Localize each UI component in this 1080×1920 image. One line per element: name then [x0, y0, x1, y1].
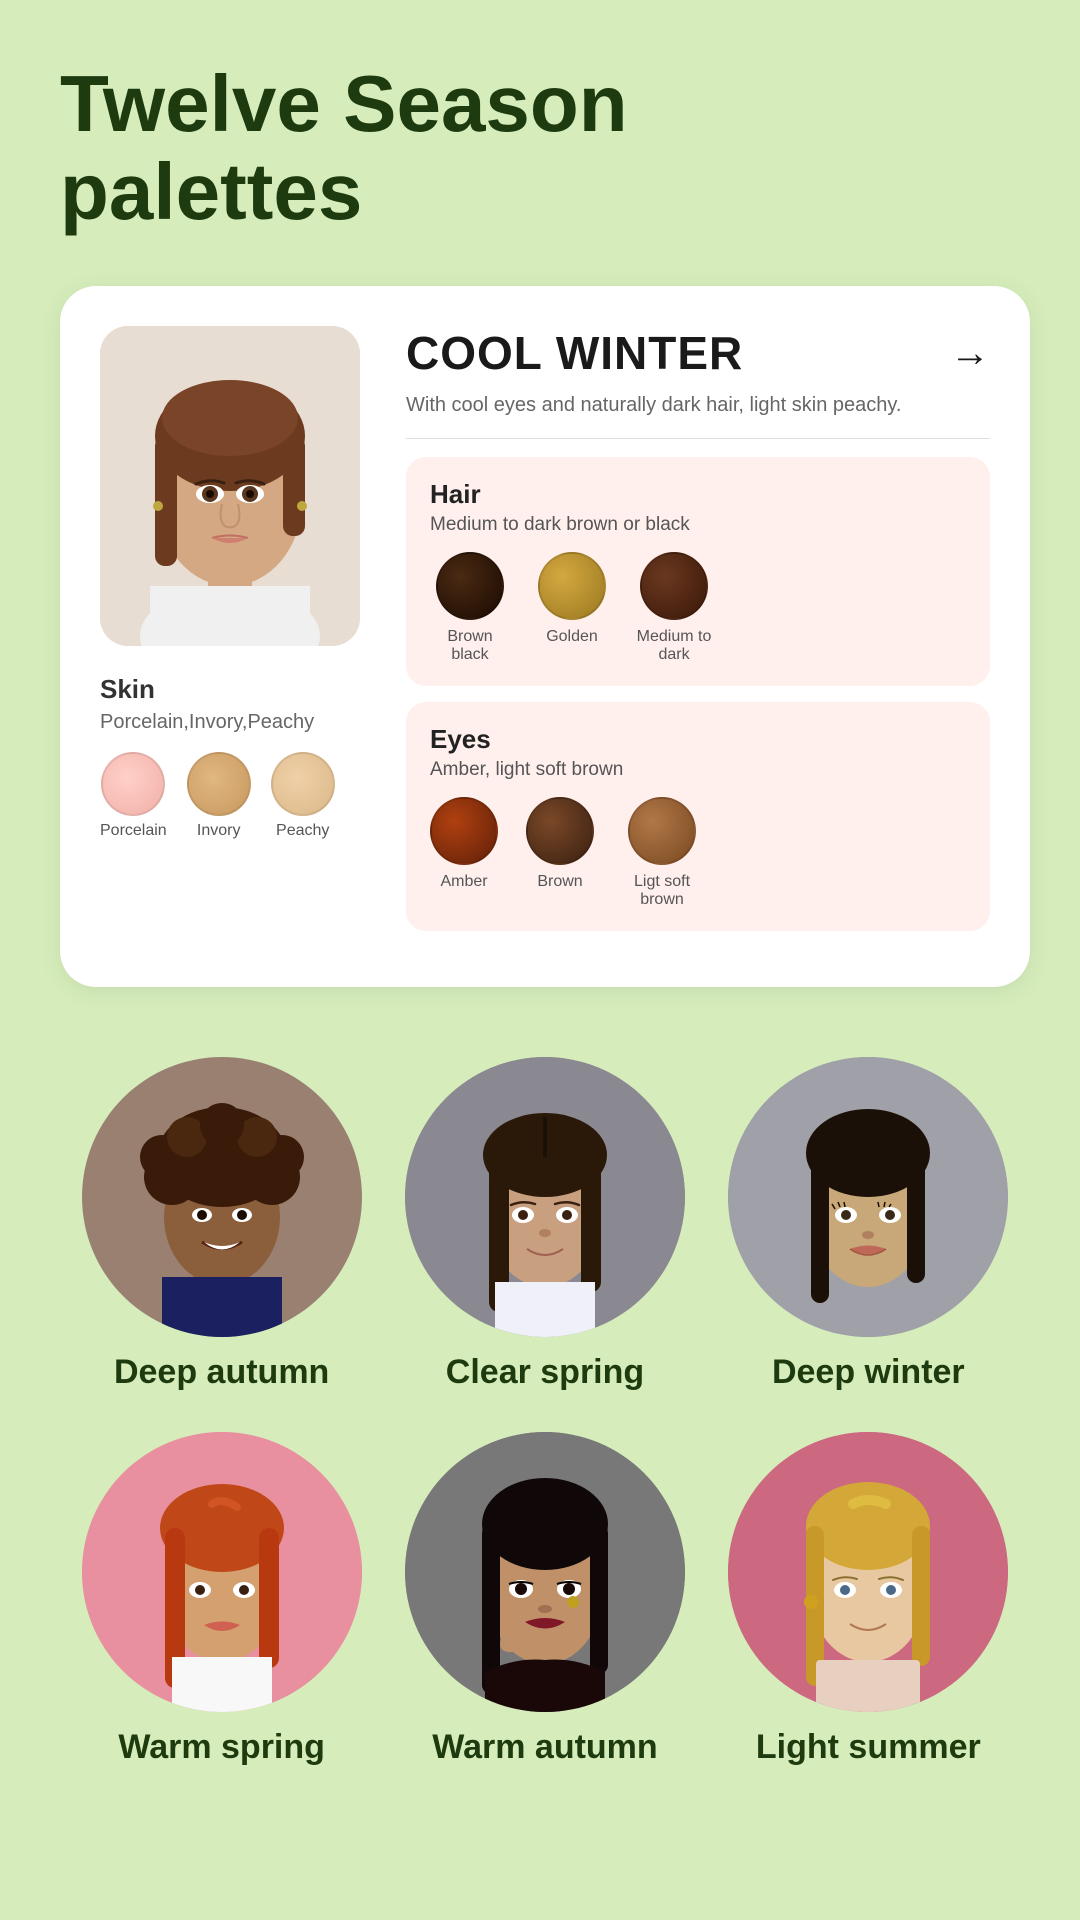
- portrait-name-clear-spring: Clear spring: [446, 1353, 644, 1392]
- card-right: COOL WINTER → With cool eyes and natural…: [406, 326, 990, 947]
- swatch-invory: Invory: [187, 752, 251, 840]
- swatch-label-peachy: Peachy: [276, 822, 329, 840]
- season-header: COOL WINTER →: [406, 326, 990, 380]
- eye-circle-amber: [430, 797, 498, 865]
- portraits-row-1: Deep autumn: [60, 1057, 1030, 1392]
- eye-circle-lightbrown: [628, 797, 696, 865]
- skin-subtitle: Porcelain,Invory,Peachy: [100, 711, 314, 734]
- portrait-warm-autumn[interactable]: Warm autumn: [405, 1432, 685, 1767]
- arrow-icon[interactable]: →: [950, 331, 990, 376]
- portrait-name-warm-autumn: Warm autumn: [432, 1728, 657, 1767]
- portrait-name-light-summer: Light summer: [756, 1728, 981, 1767]
- swatch-label-invory: Invory: [197, 822, 241, 840]
- portrait-circle-warm-spring: [82, 1432, 362, 1712]
- portrait-light-summer[interactable]: Light summer: [728, 1432, 1008, 1767]
- portrait-circle-deep-autumn: [82, 1057, 362, 1337]
- hair-circle-mediumdark: [640, 552, 708, 620]
- season-card: Skin Porcelain,Invory,Peachy Porcelain I…: [60, 286, 1030, 987]
- hair-swatches: Brown black Golden Medium to dark: [430, 552, 966, 664]
- swatch-porcelain: Porcelain: [100, 752, 167, 840]
- swatch-peachy: Peachy: [271, 752, 335, 840]
- card-left: Skin Porcelain,Invory,Peachy Porcelain I…: [100, 326, 370, 947]
- portrait-circle-warm-autumn: [405, 1432, 685, 1712]
- page-container: Twelve Season palettes: [0, 0, 1080, 1920]
- eye-label-brown: Brown: [537, 873, 582, 891]
- eye-swatch-brown: Brown: [526, 797, 594, 891]
- skin-label: Skin: [100, 674, 155, 705]
- eyes-attribute-box: Eyes Amber, light soft brown Amber Brown: [406, 702, 990, 931]
- eye-label-amber: Amber: [440, 873, 487, 891]
- portrait-container: [100, 326, 360, 646]
- eye-swatch-amber: Amber: [430, 797, 498, 891]
- hair-label-golden: Golden: [546, 628, 598, 646]
- swatch-circle-peachy: [271, 752, 335, 816]
- hair-swatch-brownblack: Brown black: [430, 552, 510, 664]
- portrait-deep-autumn[interactable]: Deep autumn: [82, 1057, 362, 1392]
- hair-title: Hair: [430, 479, 966, 510]
- season-title: COOL WINTER: [406, 326, 743, 380]
- hair-label-mediumdark: Medium to dark: [634, 628, 714, 664]
- portraits-row-2: Warm spring: [60, 1432, 1030, 1767]
- swatch-label-porcelain: Porcelain: [100, 822, 167, 840]
- eyes-swatches: Amber Brown Ligt soft brown: [430, 797, 966, 909]
- portrait-name-deep-autumn: Deep autumn: [114, 1353, 329, 1392]
- portrait-circle-light-summer: [728, 1432, 1008, 1712]
- portrait-name-deep-winter: Deep winter: [772, 1353, 965, 1392]
- divider: [406, 438, 990, 439]
- portrait-clear-spring[interactable]: Clear spring: [405, 1057, 685, 1392]
- hair-subtitle: Medium to dark brown or black: [430, 514, 966, 536]
- eye-label-lightbrown: Ligt soft brown: [622, 873, 702, 909]
- season-description: With cool eyes and naturally dark hair, …: [406, 390, 990, 420]
- swatch-circle-invory: [187, 752, 251, 816]
- eyes-subtitle: Amber, light soft brown: [430, 759, 966, 781]
- portrait-circle-deep-winter: [728, 1057, 1008, 1337]
- hair-label-brownblack: Brown black: [430, 628, 510, 664]
- main-title: Twelve Season palettes: [60, 60, 1030, 236]
- portrait-deep-winter[interactable]: Deep winter: [728, 1057, 1008, 1392]
- eye-swatch-lightbrown: Ligt soft brown: [622, 797, 702, 909]
- hair-attribute-box: Hair Medium to dark brown or black Brown…: [406, 457, 990, 686]
- portrait-warm-spring[interactable]: Warm spring: [82, 1432, 362, 1767]
- eye-circle-brown: [526, 797, 594, 865]
- portrait-name-warm-spring: Warm spring: [118, 1728, 325, 1767]
- skin-swatches: Porcelain Invory Peachy: [100, 752, 335, 840]
- portraits-grid: Deep autumn: [60, 1057, 1030, 1767]
- hair-swatch-golden: Golden: [538, 552, 606, 646]
- eyes-title: Eyes: [430, 724, 966, 755]
- hair-circle-brownblack: [436, 552, 504, 620]
- hair-circle-golden: [538, 552, 606, 620]
- swatch-circle-porcelain: [101, 752, 165, 816]
- portrait-circle-clear-spring: [405, 1057, 685, 1337]
- hair-swatch-mediumdark: Medium to dark: [634, 552, 714, 664]
